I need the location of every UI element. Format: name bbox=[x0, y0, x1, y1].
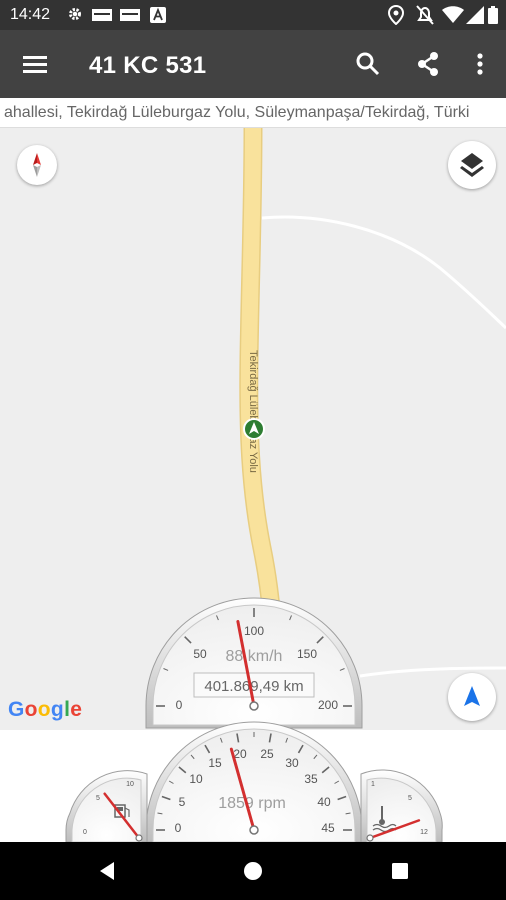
fuel-tick-label: 5 bbox=[96, 795, 100, 802]
rpm-tick-label: 30 bbox=[285, 756, 299, 770]
compass-icon bbox=[33, 153, 41, 177]
wifi-icon bbox=[442, 6, 464, 24]
menu-icon[interactable] bbox=[21, 50, 49, 78]
sim-icon bbox=[92, 9, 112, 21]
location-icon bbox=[388, 5, 404, 25]
rpm-tick-label: 45 bbox=[321, 821, 335, 835]
speed-tick-label: 50 bbox=[193, 647, 207, 661]
temp-tick-label: 12 bbox=[420, 829, 428, 836]
page-title: 41 KC 531 bbox=[89, 52, 207, 79]
speed-tick-label: 200 bbox=[318, 698, 338, 712]
back-icon[interactable] bbox=[93, 856, 123, 886]
fuel-tick-label: 0 bbox=[83, 829, 87, 836]
address-bar: ahallesi, Tekirdağ Lüleburgaz Yolu, Süle… bbox=[0, 98, 506, 128]
temp-tick-label: 5 bbox=[408, 795, 412, 802]
odometer-readout: 401.869,49 km bbox=[204, 678, 303, 695]
status-time: 14:42 bbox=[10, 6, 51, 23]
speed-readout: 88 km/h bbox=[226, 648, 283, 665]
recents-icon[interactable] bbox=[385, 856, 415, 886]
settings-icon bbox=[66, 5, 84, 23]
more-vert-icon[interactable] bbox=[466, 50, 494, 78]
sim-icon-2 bbox=[120, 9, 140, 21]
rpm-tick-label: 25 bbox=[260, 747, 274, 761]
rpm-readout: 1859 rpm bbox=[218, 795, 286, 812]
address-text: ahallesi, Tekirdağ Lüleburgaz Yolu, Süle… bbox=[4, 104, 470, 121]
rpm-tick-label: 5 bbox=[179, 795, 186, 809]
rpm-tick-label: 0 bbox=[175, 821, 182, 835]
system-nav-bar bbox=[0, 842, 506, 900]
share-icon[interactable] bbox=[414, 50, 442, 78]
notifications-off-icon bbox=[416, 5, 434, 25]
road-label: Tekirdağ Lüleburgaz Yolu bbox=[247, 350, 259, 473]
temperature-hub bbox=[366, 834, 374, 842]
signal-icon bbox=[466, 6, 484, 24]
tachometer-hub bbox=[249, 825, 259, 835]
speed-tick-label: 100 bbox=[244, 624, 264, 638]
temp-tick-label: 1 bbox=[371, 781, 375, 788]
search-icon[interactable] bbox=[354, 50, 382, 78]
rpm-tick-label: 40 bbox=[317, 795, 331, 809]
compass-button[interactable] bbox=[17, 145, 57, 185]
battery-icon bbox=[488, 6, 498, 24]
google-logo: Google bbox=[8, 698, 83, 721]
app-bar: 41 KC 531 bbox=[0, 30, 506, 98]
fuel-hub bbox=[135, 834, 143, 842]
navigation-arrow-icon bbox=[464, 686, 480, 706]
rpm-tick-label: 15 bbox=[208, 756, 222, 770]
vehicle-marker[interactable] bbox=[243, 418, 265, 440]
rpm-tick-label: 10 bbox=[189, 772, 203, 786]
map-layers-button[interactable] bbox=[448, 141, 496, 189]
status-bar: 14:42 bbox=[0, 0, 506, 30]
speed-tick-label: 150 bbox=[297, 647, 317, 661]
home-icon[interactable] bbox=[238, 856, 268, 886]
my-location-button[interactable] bbox=[448, 673, 496, 721]
speedometer-hub bbox=[249, 701, 259, 711]
a-badge-icon bbox=[150, 7, 166, 23]
layers-icon bbox=[460, 153, 484, 177]
rpm-tick-label: 35 bbox=[304, 772, 318, 786]
speed-tick-label: 0 bbox=[176, 698, 183, 712]
fuel-tick-label: 10 bbox=[126, 781, 134, 788]
